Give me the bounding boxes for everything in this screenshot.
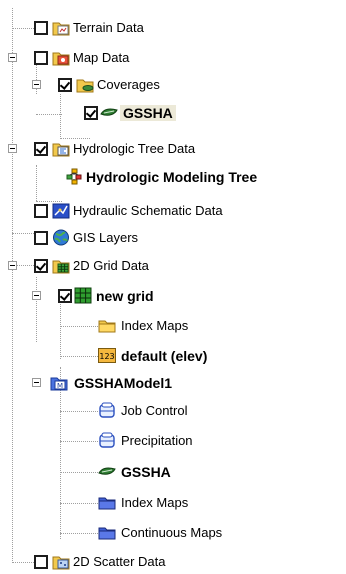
tree-item-label: Hydraulic Schematic Data: [73, 203, 223, 218]
tree-item-default-elev[interactable]: 123 default (elev): [0, 344, 346, 368]
blue-folder-icon: [98, 524, 116, 541]
modeling-tree-icon: [65, 168, 83, 185]
tree-item-job-control[interactable]: Job Control: [0, 399, 346, 423]
tree-item-label: GIS Layers: [73, 230, 139, 245]
project-explorer-tree: Terrain Data Map Data Coverages GSSHA Hy…: [0, 0, 346, 571]
hydraulic-schematic-checkbox[interactable]: [34, 204, 48, 218]
terrain-folder-icon: [52, 19, 70, 36]
tree-item-label: Continuous Maps: [121, 525, 223, 540]
scatter-folder-icon: [52, 553, 70, 570]
tree-item-label: GSSHA: [120, 105, 176, 121]
tree-item-gis-layers[interactable]: GIS Layers: [0, 226, 346, 250]
tree-item-2d-grid-data[interactable]: 2D Grid Data: [0, 254, 346, 278]
collapse-icon[interactable]: [8, 261, 17, 270]
tree-item-gssha-coverage[interactable]: GSSHA: [0, 101, 346, 125]
tree-item-label: Hydrologic Tree Data: [73, 141, 196, 156]
tree-item-label: Precipitation: [121, 433, 193, 448]
collapse-icon[interactable]: [8, 53, 17, 62]
svg-text:123: 123: [99, 352, 114, 361]
tree-item-continuous-maps[interactable]: Continuous Maps: [0, 521, 346, 545]
tree-item-hydrologic-modeling-tree[interactable]: Hydrologic Modeling Tree: [0, 165, 346, 189]
collapse-icon[interactable]: [32, 291, 41, 300]
coverage-icon: [100, 104, 118, 121]
hydraulic-schematic-icon: [52, 202, 70, 219]
coverages-checkbox[interactable]: [58, 78, 72, 92]
model-folder-icon: M: [50, 374, 68, 391]
new-grid-checkbox[interactable]: [58, 289, 72, 303]
blue-folder-icon: [98, 494, 116, 511]
tree-item-label: Job Control: [121, 403, 188, 418]
grid-2d-data-checkbox[interactable]: [34, 259, 48, 273]
tree-item-hydraulic-schematic-data[interactable]: Hydraulic Schematic Data: [0, 199, 346, 223]
folder-icon: [98, 317, 116, 334]
tree-item-label: new grid: [96, 288, 154, 304]
tree-item-hydrologic-tree-data[interactable]: Hydrologic Tree Data: [0, 137, 346, 161]
tree-item-2d-scatter-data[interactable]: 2D Scatter Data: [0, 550, 346, 574]
tree-item-index-maps-grid[interactable]: Index Maps: [0, 314, 346, 338]
tree-item-gssha[interactable]: GSSHA: [0, 460, 346, 484]
hydrologic-tree-data-checkbox[interactable]: [34, 142, 48, 156]
tree-item-label: Hydrologic Modeling Tree: [86, 169, 258, 185]
scatter-2d-data-checkbox[interactable]: [34, 555, 48, 569]
grid-folder-icon: [52, 257, 70, 274]
document-stack-icon: [98, 402, 116, 419]
tree-item-precipitation[interactable]: Precipitation: [0, 429, 346, 453]
svg-text:M: M: [57, 382, 63, 390]
tree-item-label: 2D Scatter Data: [73, 554, 166, 569]
tree-item-label: GSSHA: [121, 464, 171, 480]
gssha-coverage-checkbox[interactable]: [84, 106, 98, 120]
dataset-icon: 123: [98, 347, 116, 364]
tree-item-map-data[interactable]: Map Data: [0, 46, 346, 70]
tree-item-label: GSSHAModel1: [74, 375, 173, 391]
coverage-icon: [98, 463, 116, 480]
gis-layers-checkbox[interactable]: [34, 231, 48, 245]
tree-item-coverages[interactable]: Coverages: [0, 73, 346, 97]
collapse-icon[interactable]: [32, 378, 41, 387]
hydrologic-folder-icon: [52, 140, 70, 157]
tree-item-label: Terrain Data: [73, 20, 144, 35]
document-stack-icon: [98, 432, 116, 449]
collapse-icon[interactable]: [8, 144, 17, 153]
tree-item-new-grid[interactable]: new grid: [0, 284, 346, 308]
tree-item-label: default (elev): [121, 348, 208, 364]
coverages-folder-icon: [76, 76, 94, 93]
map-folder-icon: [52, 49, 70, 66]
grid-icon: [74, 287, 92, 304]
tree-item-label: 2D Grid Data: [73, 258, 149, 273]
tree-item-label: Map Data: [73, 50, 130, 65]
collapse-icon[interactable]: [32, 80, 41, 89]
tree-item-label: Index Maps: [121, 318, 189, 333]
globe-icon: [52, 229, 70, 246]
tree-item-terrain-data[interactable]: Terrain Data: [0, 16, 346, 40]
tree-item-gssha-model[interactable]: M GSSHAModel1: [0, 371, 346, 395]
map-data-checkbox[interactable]: [34, 51, 48, 65]
tree-item-index-maps-model[interactable]: Index Maps: [0, 491, 346, 515]
tree-item-label: Index Maps: [121, 495, 189, 510]
terrain-data-checkbox[interactable]: [34, 21, 48, 35]
tree-item-label: Coverages: [97, 77, 160, 92]
